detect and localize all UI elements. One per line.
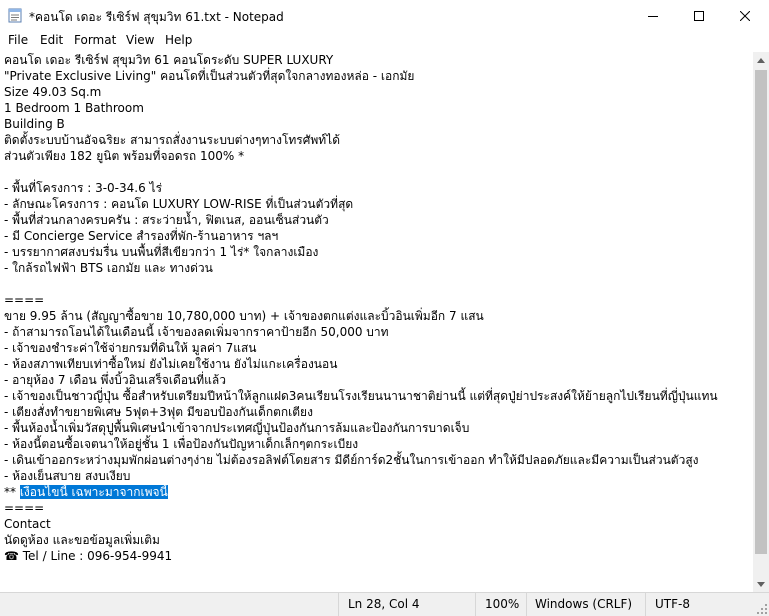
text-line: 1 Bedroom 1 Bathroom <box>4 101 144 115</box>
minimize-icon <box>648 15 658 17</box>
zoom-level: 100% <box>485 597 520 611</box>
title-bar[interactable]: *คอนโด เดอะ รีเซิร์ฟ สุขุมวิท 61.txt - N… <box>0 0 769 31</box>
text-selection[interactable]: เงื่อนไขนี้ เฉพาะมาจากเพจนี้ <box>19 485 168 499</box>
text-line: - เตียงสั่งทำขยายพิเศษ 5ฟุต+3ฟุต มีขอบป้… <box>4 405 313 419</box>
menu-bar: File Edit Format View Help <box>0 31 769 51</box>
scroll-up-button[interactable] <box>753 52 769 68</box>
text-line: - เจ้าของเป็นชาวญี่ปุ่น ซื้อสำหรับเตรียม… <box>4 389 718 403</box>
status-bar: Ln 28, Col 4 100% Windows (CRLF) UTF-8 <box>0 592 769 616</box>
resize-grip-icon[interactable] <box>757 604 767 614</box>
text-line: - ห้องเย็นสบาย สงบเงียบ <box>4 469 131 483</box>
text-line: Contact <box>4 517 51 531</box>
text-line: ส่วนตัวเพียง 182 ยูนิต พร้อมที่จอดรถ 100… <box>4 149 245 163</box>
selected-text-line: ** เงื่อนไขนี้ เฉพาะมาจากเพจนี้ <box>4 484 168 500</box>
scrollbar-thumb[interactable] <box>755 70 767 554</box>
menu-format[interactable]: Format <box>74 33 116 47</box>
maximize-button[interactable] <box>676 0 722 31</box>
text-line: - มี Concierge Service สำรองที่พัก-ร้านอ… <box>4 229 279 243</box>
text-line: ขาย 9.95 ล้าน (สัญญาซื้อขาย 10,780,000 บ… <box>4 309 484 323</box>
line-prefix: ** <box>4 485 20 499</box>
text-line: ☎ Tel / Line : 096-954-9941 <box>4 549 173 563</box>
text-line: - บรรยากาศสงบร่มรื่น บนพื้นที่สีเขียวกว่… <box>4 245 319 259</box>
text-line: Building B <box>4 117 65 131</box>
text-line: - ห้องสภาพเทียบเท่าซื้อใหม่ ยังไม่เคยใช้… <box>4 357 338 371</box>
menu-help[interactable]: Help <box>165 33 192 47</box>
text-line: - พื้นที่ส่วนกลางครบครัน : สระว่ายน้ำ, ฟ… <box>4 213 329 227</box>
text-line: - พื้นที่โครงการ : 3-0-34.6 ไร่ <box>4 181 163 195</box>
notepad-app-icon <box>8 8 22 23</box>
text-line: ==== <box>4 501 45 515</box>
status-cursor-position-panel: Ln 28, Col 4 <box>338 593 469 616</box>
menu-view[interactable]: View <box>126 33 154 47</box>
menu-file[interactable]: File <box>8 33 28 47</box>
text-line: ติดตั้งระบบบ้านอัจฉริยะ สามารถสั่งงานระบ… <box>4 133 341 147</box>
text-line: "Private Exclusive Living" คอนโดที่เป็นส… <box>4 69 415 83</box>
scroll-up-arrow-icon <box>757 57 765 63</box>
text-line: - เจ้าของชำระค่าใช้จ่ายกรมที่ดินให้ มูลค… <box>4 341 257 355</box>
status-zoom-panel: 100% <box>475 593 526 616</box>
cursor-position: Ln 28, Col 4 <box>348 597 420 611</box>
text-line: - อายุห้อง 7 เดือน พึ่งบิ้วอินเสร็จเดือน… <box>4 373 226 387</box>
minimize-button[interactable] <box>630 0 676 31</box>
text-line: - พื้นห้องน้ำเพิ่มวัสดุปูพื้นพิเศษนำเข้า… <box>4 421 470 435</box>
text-line: - ห้องนี้ตอนซื้อเจตนาให้อยู่ชั้น 1 เพื่อ… <box>4 437 359 451</box>
close-button[interactable] <box>722 0 768 31</box>
text-line: นัดดูห้อง และขอข้อมูลเพิ่มเติม <box>4 533 160 547</box>
close-icon <box>740 10 750 21</box>
text-line: Size 49.03 Sq.m <box>4 85 102 99</box>
text-line: - ลักษณะโครงการ : คอนโด LUXURY LOW-RISE … <box>4 197 354 211</box>
text-line: - ใกล้รถไฟฟ้า BTS เอกมัย และ ทางด่วน <box>4 261 213 275</box>
text-line: - เดินเข้าออกระหว่างมุมพักผ่อนต่างๆง่าย … <box>4 453 699 467</box>
status-line-ending-panel: Windows (CRLF) <box>526 593 645 616</box>
text-line: ==== <box>4 293 45 307</box>
status-encoding-panel: UTF-8 <box>645 593 769 616</box>
menu-edit[interactable]: Edit <box>40 33 63 47</box>
window-title: *คอนโด เดอะ รีเซิร์ฟ สุขุมวิท 61.txt - N… <box>29 10 284 24</box>
scroll-down-arrow-icon <box>757 581 765 587</box>
text-editor[interactable]: คอนโด เดอะ รีเซิร์ฟ สุขุมวิท 61 คอนโดระด… <box>0 52 753 592</box>
scroll-down-button[interactable] <box>753 576 769 592</box>
text-line: คอนโด เดอะ รีเซิร์ฟ สุขุมวิท 61 คอนโดระด… <box>4 53 334 67</box>
vertical-scrollbar[interactable] <box>753 52 769 592</box>
line-ending: Windows (CRLF) <box>535 597 633 611</box>
maximize-icon <box>694 10 704 21</box>
encoding: UTF-8 <box>655 597 690 611</box>
text-line: - ถ้าสามารถโอนได้ในเดือนนี้ เจ้าของลดเพิ… <box>4 325 389 339</box>
